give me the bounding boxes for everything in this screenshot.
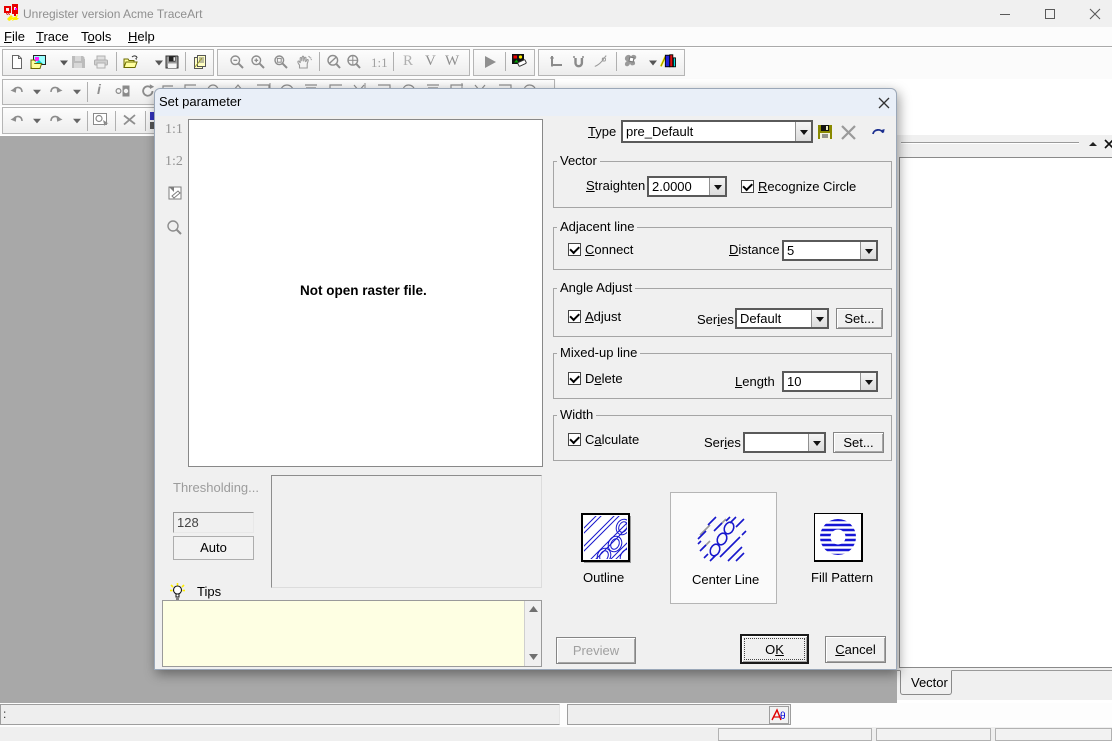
svg-text:θ: θ bbox=[780, 711, 786, 722]
